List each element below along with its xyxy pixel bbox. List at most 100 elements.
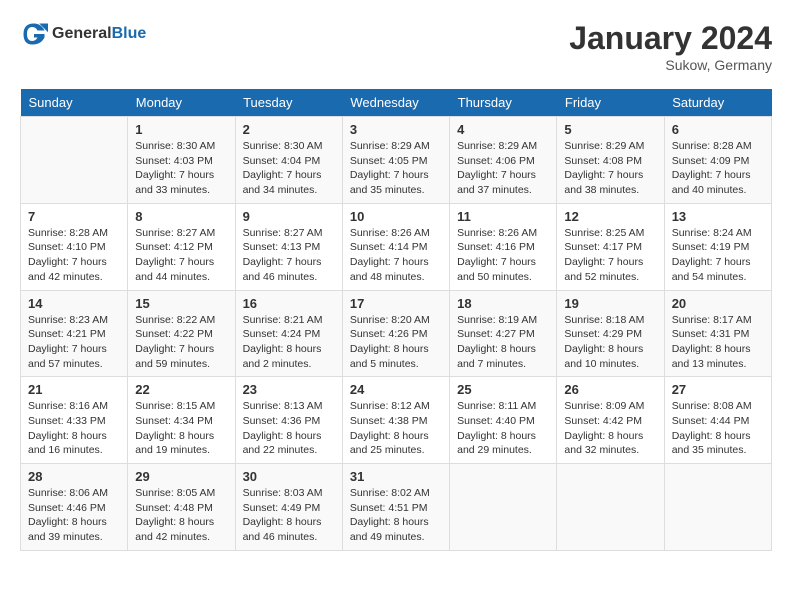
calendar-cell (664, 464, 771, 551)
calendar-cell: 30Sunrise: 8:03 AM Sunset: 4:49 PM Dayli… (235, 464, 342, 551)
calendar-cell: 20 Sunrise: 8:17 AM Sunset: 4:31 PM Dayli… (664, 290, 771, 377)
calendar-week-row: 14 Sunrise: 8:23 AM Sunset: 4:21 PM Dayli… (21, 290, 772, 377)
day-info: Sunrise: 8:26 AM Sunset: 4:16 PM Dayligh… (457, 226, 549, 285)
day-info: Sunrise: 8:19 AM Sunset: 4:27 PM Dayligh… (457, 313, 549, 372)
calendar-cell (21, 117, 128, 204)
calendar-cell: 28 Sunrise: 8:06 AM Sunset: 4:46 PM Dayli… (21, 464, 128, 551)
calendar-cell: 6 Sunrise: 8:28 AM Sunset: 4:09 PM Daylig… (664, 117, 771, 204)
day-info: Sunrise: 8:29 AM Sunset: 4:08 PM Dayligh… (564, 139, 656, 198)
day-info: Sunrise: 8:15 AM Sunset: 4:34 PM Dayligh… (135, 399, 227, 458)
day-number: 12 (564, 209, 656, 224)
calendar-cell: 4Sunrise: 8:29 AM Sunset: 4:06 PM Daylig… (450, 117, 557, 204)
day-info: Sunrise: 8:21 AM Sunset: 4:24 PM Dayligh… (243, 313, 335, 372)
day-info: Sunrise: 8:02 AM Sunset: 4:51 PM Dayligh… (350, 486, 442, 545)
weekday-header-wednesday: Wednesday (342, 89, 449, 117)
weekday-header-thursday: Thursday (450, 89, 557, 117)
day-number: 6 (672, 122, 764, 137)
calendar-table: SundayMondayTuesdayWednesdayThursdayFrid… (20, 89, 772, 551)
day-number: 19 (564, 296, 656, 311)
calendar-cell: 27 Sunrise: 8:08 AM Sunset: 4:44 PM Dayli… (664, 377, 771, 464)
day-info: Sunrise: 8:28 AM Sunset: 4:10 PM Dayligh… (28, 226, 120, 285)
day-number: 13 (672, 209, 764, 224)
day-info: Sunrise: 8:23 AM Sunset: 4:21 PM Dayligh… (28, 313, 120, 372)
day-number: 8 (135, 209, 227, 224)
calendar-cell: 13 Sunrise: 8:24 AM Sunset: 4:19 PM Dayli… (664, 203, 771, 290)
day-info: Sunrise: 8:27 AM Sunset: 4:13 PM Dayligh… (243, 226, 335, 285)
calendar-cell: 3 Sunrise: 8:29 AM Sunset: 4:05 PM Daylig… (342, 117, 449, 204)
day-number: 20 (672, 296, 764, 311)
day-number: 27 (672, 382, 764, 397)
day-info: Sunrise: 8:17 AM Sunset: 4:31 PM Dayligh… (672, 313, 764, 372)
calendar-week-row: 1 Sunrise: 8:30 AM Sunset: 4:03 PM Daylig… (21, 117, 772, 204)
calendar-cell: 31 Sunrise: 8:02 AM Sunset: 4:51 PM Dayli… (342, 464, 449, 551)
day-info: Sunrise: 8:30 AM Sunset: 4:04 PM Dayligh… (243, 139, 335, 198)
day-number: 18 (457, 296, 549, 311)
day-info: Sunrise: 8:08 AM Sunset: 4:44 PM Dayligh… (672, 399, 764, 458)
day-number: 25 (457, 382, 549, 397)
day-number: 11 (457, 209, 549, 224)
calendar-cell: 25Sunrise: 8:11 AM Sunset: 4:40 PM Dayli… (450, 377, 557, 464)
day-info: Sunrise: 8:13 AM Sunset: 4:36 PM Dayligh… (243, 399, 335, 458)
day-info: Sunrise: 8:24 AM Sunset: 4:19 PM Dayligh… (672, 226, 764, 285)
day-number: 14 (28, 296, 120, 311)
day-number: 7 (28, 209, 120, 224)
day-info: Sunrise: 8:09 AM Sunset: 4:42 PM Dayligh… (564, 399, 656, 458)
calendar-cell: 23Sunrise: 8:13 AM Sunset: 4:36 PM Dayli… (235, 377, 342, 464)
calendar-cell: 2Sunrise: 8:30 AM Sunset: 4:04 PM Daylig… (235, 117, 342, 204)
calendar-cell: 19 Sunrise: 8:18 AM Sunset: 4:29 PM Dayli… (557, 290, 664, 377)
calendar-cell: 11 Sunrise: 8:26 AM Sunset: 4:16 PM Dayli… (450, 203, 557, 290)
day-info: Sunrise: 8:18 AM Sunset: 4:29 PM Dayligh… (564, 313, 656, 372)
day-number: 3 (350, 122, 442, 137)
day-info: Sunrise: 8:20 AM Sunset: 4:26 PM Dayligh… (350, 313, 442, 372)
day-info: Sunrise: 8:16 AM Sunset: 4:33 PM Dayligh… (28, 399, 120, 458)
calendar-cell (450, 464, 557, 551)
calendar-cell: 29 Sunrise: 8:05 AM Sunset: 4:48 PM Dayli… (128, 464, 235, 551)
day-number: 16 (243, 296, 335, 311)
day-info: Sunrise: 8:29 AM Sunset: 4:05 PM Dayligh… (350, 139, 442, 198)
calendar-cell: 14 Sunrise: 8:23 AM Sunset: 4:21 PM Dayli… (21, 290, 128, 377)
day-info: Sunrise: 8:28 AM Sunset: 4:09 PM Dayligh… (672, 139, 764, 198)
day-number: 29 (135, 469, 227, 484)
calendar-cell: 7 Sunrise: 8:28 AM Sunset: 4:10 PM Daylig… (21, 203, 128, 290)
calendar-week-row: 21 Sunrise: 8:16 AM Sunset: 4:33 PM Dayli… (21, 377, 772, 464)
calendar-header-row: SundayMondayTuesdayWednesdayThursdayFrid… (21, 89, 772, 117)
day-number: 26 (564, 382, 656, 397)
day-info: Sunrise: 8:05 AM Sunset: 4:48 PM Dayligh… (135, 486, 227, 545)
weekday-header-tuesday: Tuesday (235, 89, 342, 117)
page-header: GeneralBlue January 2024 Sukow, Germany (20, 20, 772, 73)
calendar-week-row: 7 Sunrise: 8:28 AM Sunset: 4:10 PM Daylig… (21, 203, 772, 290)
day-number: 21 (28, 382, 120, 397)
calendar-cell (557, 464, 664, 551)
weekday-header-monday: Monday (128, 89, 235, 117)
weekday-header-sunday: Sunday (21, 89, 128, 117)
logo-general: GeneralBlue (52, 25, 146, 43)
weekday-header-saturday: Saturday (664, 89, 771, 117)
calendar-week-row: 28 Sunrise: 8:06 AM Sunset: 4:46 PM Dayli… (21, 464, 772, 551)
day-number: 22 (135, 382, 227, 397)
page-title: January 2024 (569, 20, 772, 57)
calendar-cell: 12Sunrise: 8:25 AM Sunset: 4:17 PM Dayli… (557, 203, 664, 290)
day-number: 30 (243, 469, 335, 484)
calendar-cell: 9 Sunrise: 8:27 AM Sunset: 4:13 PM Daylig… (235, 203, 342, 290)
calendar-cell: 17Sunrise: 8:20 AM Sunset: 4:26 PM Dayli… (342, 290, 449, 377)
calendar-cell: 21 Sunrise: 8:16 AM Sunset: 4:33 PM Dayli… (21, 377, 128, 464)
day-info: Sunrise: 8:29 AM Sunset: 4:06 PM Dayligh… (457, 139, 549, 198)
day-info: Sunrise: 8:12 AM Sunset: 4:38 PM Dayligh… (350, 399, 442, 458)
day-number: 9 (243, 209, 335, 224)
weekday-header-friday: Friday (557, 89, 664, 117)
day-info: Sunrise: 8:27 AM Sunset: 4:12 PM Dayligh… (135, 226, 227, 285)
day-number: 5 (564, 122, 656, 137)
calendar-cell: 16 Sunrise: 8:21 AM Sunset: 4:24 PM Dayli… (235, 290, 342, 377)
day-number: 24 (350, 382, 442, 397)
day-info: Sunrise: 8:06 AM Sunset: 4:46 PM Dayligh… (28, 486, 120, 545)
day-number: 1 (135, 122, 227, 137)
logo-text-block: GeneralBlue (52, 25, 146, 43)
day-info: Sunrise: 8:30 AM Sunset: 4:03 PM Dayligh… (135, 139, 227, 198)
calendar-cell: 1 Sunrise: 8:30 AM Sunset: 4:03 PM Daylig… (128, 117, 235, 204)
logo: GeneralBlue (20, 20, 146, 48)
calendar-cell: 10Sunrise: 8:26 AM Sunset: 4:14 PM Dayli… (342, 203, 449, 290)
day-number: 15 (135, 296, 227, 311)
day-number: 28 (28, 469, 120, 484)
day-number: 31 (350, 469, 442, 484)
calendar-cell: 18 Sunrise: 8:19 AM Sunset: 4:27 PM Dayli… (450, 290, 557, 377)
